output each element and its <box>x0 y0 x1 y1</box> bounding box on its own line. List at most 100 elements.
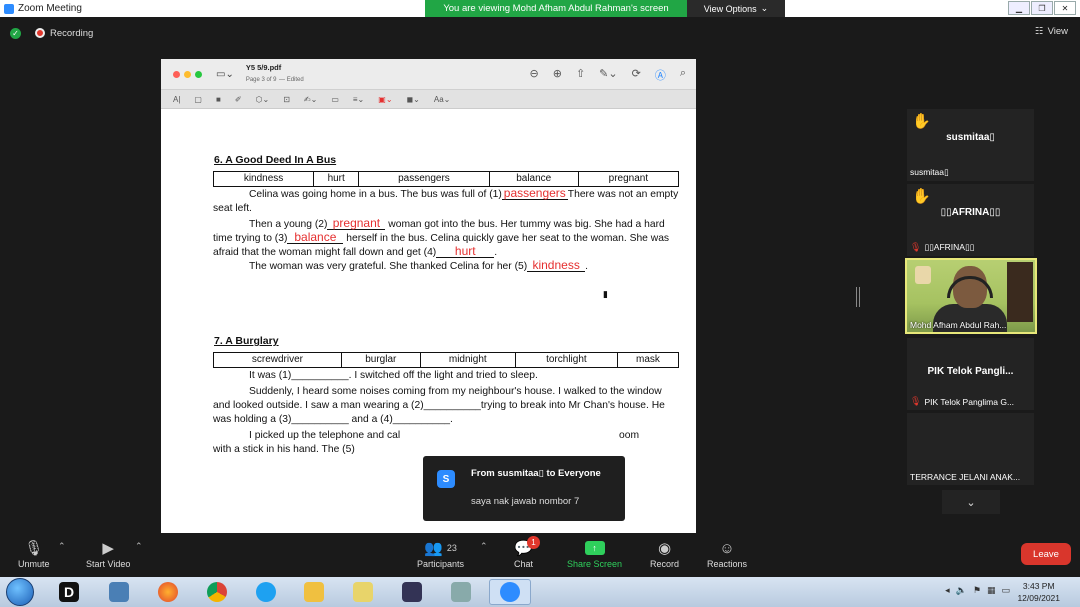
shapes-icon: ⬡⌄ <box>255 94 270 104</box>
view-options-button[interactable]: View Options ⌄ <box>687 0 785 17</box>
taskbar-app-network[interactable] <box>98 579 140 605</box>
participant-tile[interactable]: TERRANCE JELANI ANAK... <box>907 413 1034 485</box>
word-cell: screwdriver <box>213 352 342 368</box>
chevron-up-icon[interactable]: ⌃ <box>135 541 143 552</box>
fill-color-icon: ◼⌄ <box>406 94 420 104</box>
taskbar-app-ie[interactable] <box>245 579 287 605</box>
files-icon <box>353 582 373 602</box>
zoom-logo-icon <box>4 3 14 14</box>
word-cell: torchlight <box>514 352 618 368</box>
mouse-cursor-icon: ▮ <box>603 289 608 299</box>
close-button[interactable]: ✕ <box>1054 1 1076 15</box>
answer-blank: pregnant <box>327 217 386 230</box>
participant-tile[interactable]: ✋ ▯▯AFRINA▯▯ 🎙 ▯▯AFRINA▯▯ <box>907 184 1034 256</box>
mac-zoom-icon <box>195 70 202 78</box>
mac-close-icon <box>173 70 180 78</box>
security-shield-icon[interactable]: ✓ <box>10 27 21 39</box>
recording-label[interactable]: Recording <box>50 28 93 39</box>
participant-label: Mohd Afham Abdul Rah... <box>910 320 1007 330</box>
battery-icon[interactable]: ▭ <box>1001 585 1010 596</box>
sidebar-toggle-icon: ▭⌄ <box>216 68 234 80</box>
annotate-icon: Ⓐ <box>654 70 666 82</box>
chat-notification[interactable]: S From susmitaa▯ to Everyone saya nak ja… <box>423 456 625 521</box>
chevron-up-icon[interactable]: ⌃ <box>58 541 66 552</box>
taskbar-app-chrome[interactable] <box>196 579 238 605</box>
window-controls: ▁ ❐ ✕ <box>1008 1 1076 15</box>
word-cell: kindness <box>212 171 315 187</box>
participant-name: PIK Telok Pangli... <box>927 366 1014 377</box>
share-screen-button[interactable]: ↑ Share Screen <box>567 537 622 569</box>
document-edited: — Edited <box>279 77 304 83</box>
reactions-button[interactable]: ☺ Reactions <box>707 537 747 570</box>
start-button[interactable] <box>6 578 34 606</box>
start-video-button[interactable]: ▶︎ Start Video <box>86 537 130 569</box>
text-cursor-icon: A| <box>173 94 181 104</box>
windows-taskbar: D ◂ 🔈 ⚑ ▦ ▭ 3:43 PM 12/09/2021 <box>0 577 1080 607</box>
taskbar-clock[interactable]: 3:43 PM 12/09/2021 <box>1017 580 1060 604</box>
participant-label: 🎙 PIK Telok Panglima G... <box>910 396 1015 407</box>
flag-icon[interactable]: ⚑ <box>973 585 981 596</box>
paragraph: Suddenly, I heard some noises coming fro… <box>213 386 665 425</box>
chrome-icon <box>207 582 227 602</box>
minimize-button[interactable]: ▁ <box>1008 1 1030 15</box>
maximize-button[interactable]: ❐ <box>1031 1 1053 15</box>
note-icon: ▭ <box>331 94 339 104</box>
border-color-icon: ▣⌄ <box>378 94 393 104</box>
answer-blank: balance <box>287 231 344 244</box>
draw-icon: ✐ <box>234 94 242 104</box>
participant-label: TERRANCE JELANI ANAK... <box>910 472 1021 482</box>
video-off-icon: ▶︎ <box>102 540 114 557</box>
window-title: Zoom Meeting <box>18 3 82 14</box>
line-style-icon: ≡⌄ <box>352 94 365 104</box>
answer-blank: passengers <box>501 186 568 200</box>
section-2: 7. A Burglary screwdriver burglar midnig… <box>213 334 680 457</box>
taskbar-app-firefox[interactable] <box>147 579 189 605</box>
muted-mic-icon: 🎙 <box>24 540 44 557</box>
section-title: 7. A Burglary <box>214 335 279 347</box>
pdf-viewer-toolbar: ▭⌄ Y5 5/9.pdf Page 3 of 9 — Edited ⊖ ⊕ ⇧… <box>161 59 696 89</box>
active-speaker-video[interactable]: Mohd Afham Abdul Rah... <box>905 258 1037 334</box>
background-shelf <box>1007 262 1033 322</box>
word-cell: hurt <box>313 171 360 187</box>
view-button[interactable]: ☷ View <box>1035 26 1068 37</box>
system-tray: ◂ 🔈 ⚑ ▦ ▭ <box>945 585 1010 596</box>
participants-icon: 👥 23 <box>424 540 457 557</box>
taskbar-app-zoom[interactable] <box>489 579 531 605</box>
taskbar-app-files[interactable] <box>342 579 384 605</box>
volume-icon[interactable]: 🔈 <box>956 585 967 596</box>
section-title: 6. A Good Deed In A Bus <box>214 154 337 166</box>
word-box-table: screwdriver burglar midnight torchlight … <box>213 352 680 368</box>
participant-tile[interactable]: PIK Telok Pangli... 🎙 PIK Telok Panglima … <box>907 338 1034 410</box>
answer-blank: kindness <box>527 259 586 272</box>
chevron-down-icon[interactable]: ⌄ <box>942 490 1000 514</box>
document-title-block: Y5 5/9.pdf Page 3 of 9 — Edited <box>246 63 304 85</box>
zoom-in-icon: ⊕ <box>552 68 562 80</box>
background-lamp <box>915 266 931 284</box>
unmute-button[interactable]: 🎙 Unmute <box>18 537 50 569</box>
word-box-table: kindness hurt passengers balance pregnan… <box>212 171 680 187</box>
participants-button[interactable]: 👥 23 Participants <box>417 537 464 569</box>
firefox-icon <box>158 582 178 602</box>
word-cell: midnight <box>419 352 516 368</box>
chevron-up-icon[interactable]: ⌃ <box>480 541 488 552</box>
taskbar-app-calculator[interactable] <box>440 579 482 605</box>
tray-expand-icon[interactable]: ◂ <box>945 585 950 596</box>
taskbar-app-dictionary[interactable]: D <box>48 579 90 605</box>
participant-name: ▯▯AFRINA▯▯ <box>940 207 1001 218</box>
view-label: View <box>1047 26 1068 37</box>
search-icon: ⌕ <box>679 67 686 79</box>
taskbar-app-explorer[interactable] <box>293 579 335 605</box>
leave-button[interactable]: Leave <box>1021 543 1071 565</box>
participant-label: susmitaa▯ <box>910 167 949 177</box>
split-drag-handle[interactable] <box>856 287 860 307</box>
paragraph: Then a young (2) pregnant woman got into … <box>213 216 670 258</box>
document-page-info: Page 3 of 9 <box>245 77 277 83</box>
participant-tile[interactable]: ✋ susmitaa▯ susmitaa▯ <box>907 109 1034 181</box>
markup-toolbar: A| ▢ ■ ✐ ⬡⌄ ⊡ ✍⌄ ▭ ≡⌄ ▣⌄ ◼⌄ Aa⌄ <box>161 89 696 109</box>
muted-mic-icon: 🎙 <box>910 242 922 252</box>
word-cell: mask <box>616 352 680 368</box>
taskbar-app-remote[interactable] <box>391 579 433 605</box>
network-status-icon[interactable]: ▦ <box>987 585 996 596</box>
word-cell: balance <box>488 171 579 187</box>
record-button[interactable]: ◉ Record <box>650 537 679 569</box>
